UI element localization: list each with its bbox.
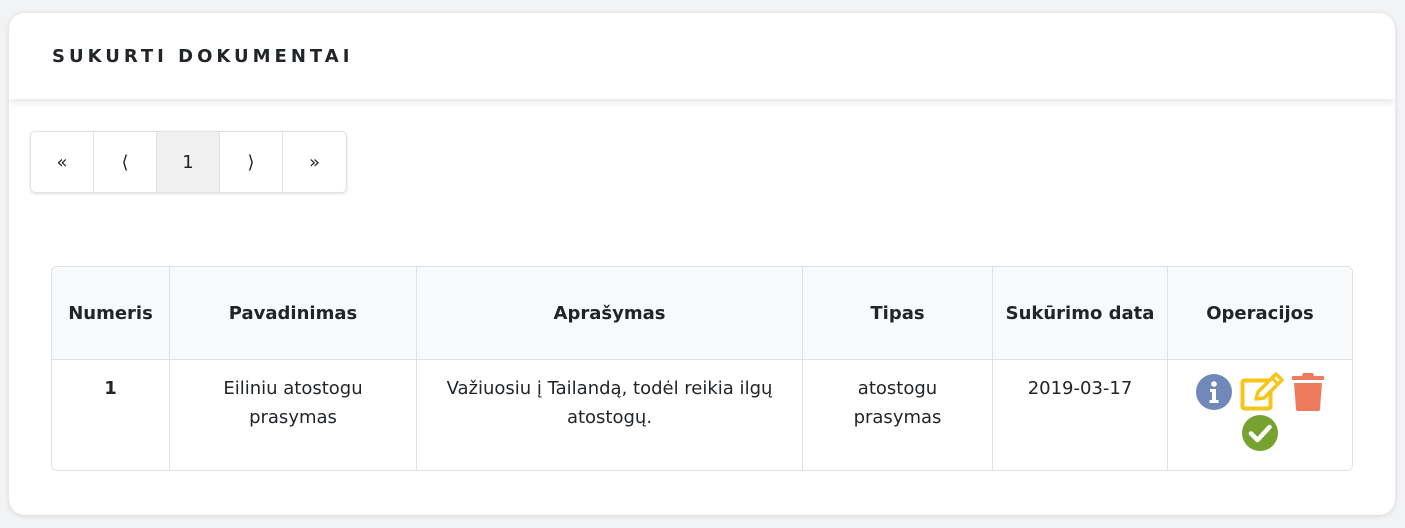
cell-pavadinimas: Eiliniu atostogu prasymas <box>170 360 417 470</box>
table-row: 1 Eiliniu atostogu prasymas Važiuosiu į … <box>52 360 1352 470</box>
documents-card: SUKURTI DOKUMENTAI « ⟨ 1 ⟩ » Numeris Pav… <box>9 13 1395 515</box>
card-title: SUKURTI DOKUMENTAI <box>52 45 354 67</box>
header-pavadinimas: Pavadinimas <box>170 267 417 360</box>
edit-icon[interactable] <box>1240 372 1284 412</box>
first-page-button[interactable]: « <box>31 132 94 192</box>
cell-aprasymas: Važiuosiu į Tailandą, todėl reikia ilgų … <box>417 360 803 470</box>
header-operacijos: Operacijos <box>1168 267 1352 360</box>
header-numeris: Numeris <box>52 267 170 360</box>
header-sukurimo-data: Sukūrimo data <box>993 267 1168 360</box>
cell-sukurimo-data: 2019-03-17 <box>993 360 1168 470</box>
check-icon[interactable] <box>1241 414 1279 452</box>
header-aprasymas: Aprašymas <box>417 267 803 360</box>
trash-icon[interactable] <box>1291 372 1325 412</box>
header-tipas: Tipas <box>803 267 993 360</box>
cell-tipas: atostogu prasymas <box>803 360 993 470</box>
page-1-button[interactable]: 1 <box>157 132 220 192</box>
documents-table: Numeris Pavadinimas Aprašymas Tipas Sukū… <box>51 266 1353 471</box>
pagination: « ⟨ 1 ⟩ » <box>30 131 347 193</box>
info-icon[interactable] <box>1195 373 1233 411</box>
card-header: SUKURTI DOKUMENTAI <box>9 13 1395 99</box>
cell-numeris: 1 <box>52 360 170 470</box>
last-page-button[interactable]: » <box>283 132 346 192</box>
table-header-row: Numeris Pavadinimas Aprašymas Tipas Sukū… <box>52 267 1352 360</box>
next-page-button[interactable]: ⟩ <box>220 132 283 192</box>
cell-operacijos <box>1168 360 1352 470</box>
prev-page-button[interactable]: ⟨ <box>94 132 157 192</box>
